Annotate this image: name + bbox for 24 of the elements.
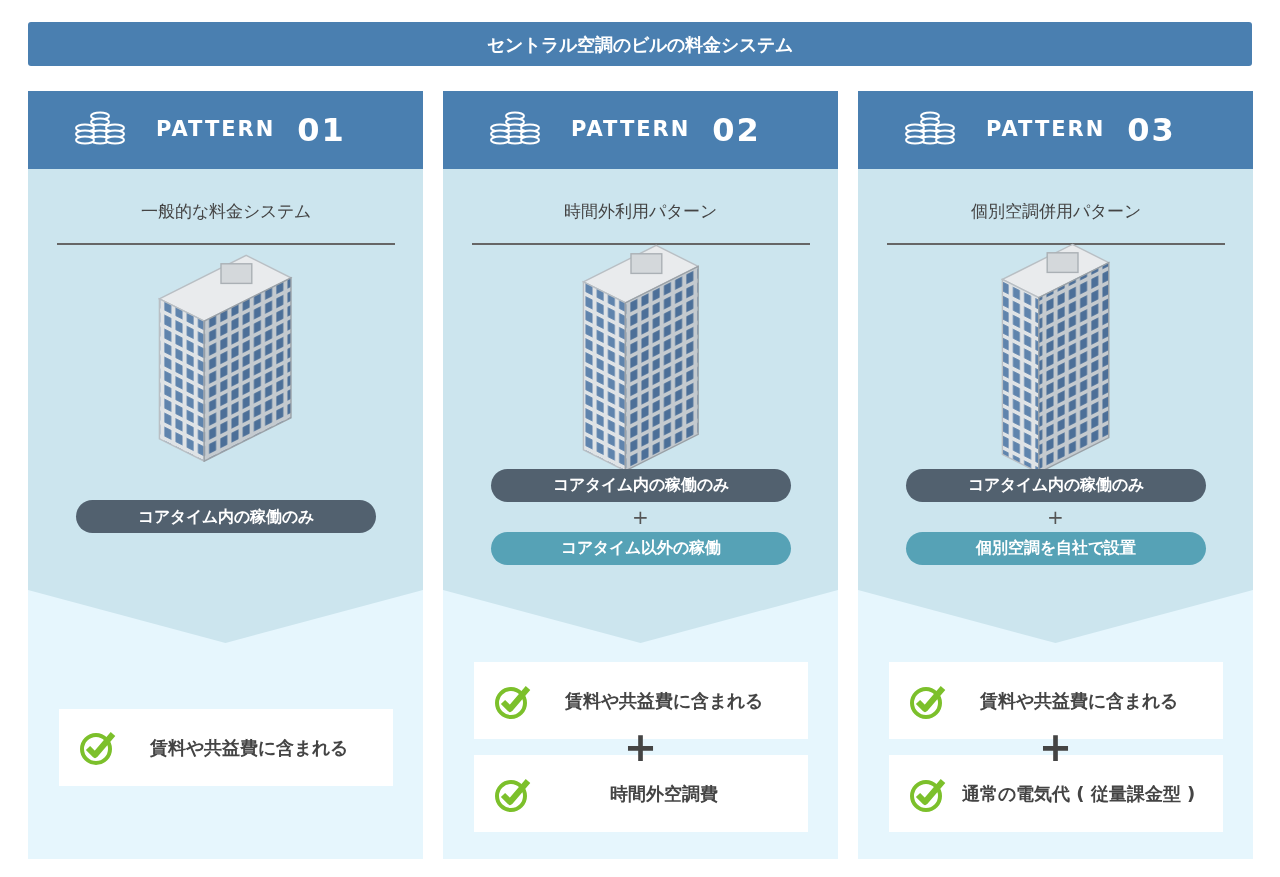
- charge-text: 賃料や共益費に含まれる: [563, 689, 764, 713]
- charge-text: 賃料や共益費に含まれる: [978, 689, 1179, 713]
- condition-pill: コアタイム内の稼働のみ: [75, 500, 376, 533]
- pattern-number: 01: [297, 110, 346, 151]
- condition-pill: 個別空調を自社で設置: [905, 531, 1206, 565]
- plus-sign: +: [1047, 503, 1064, 531]
- page-title: セントラル空調のビルの料金システム: [28, 22, 1252, 66]
- charge-text: 時間外空調費: [608, 782, 719, 806]
- pattern-label: PATTERN: [986, 116, 1106, 144]
- pattern-subtitle: 一般的な料金システム: [140, 200, 311, 223]
- plus-sign: +: [623, 729, 658, 765]
- pattern-number: 02: [712, 110, 761, 151]
- pattern-label: PATTERN: [156, 116, 276, 144]
- condition-pill: コアタイム内の稼働のみ: [905, 468, 1206, 502]
- pattern-subtitle: 個別空調併用パターン: [970, 200, 1141, 223]
- pattern-number: 03: [1127, 110, 1176, 151]
- charge-text: 通常の電気代 ( 従量課金型 ): [960, 782, 1197, 806]
- pattern-subtitle: 時間外利用パターン: [564, 200, 717, 223]
- plus-sign: +: [1038, 729, 1073, 765]
- charge-text: 賃料や共益費に含まれる: [148, 735, 349, 760]
- pattern-label: PATTERN: [571, 116, 691, 144]
- condition-pill: コアタイム以外の稼働: [490, 531, 791, 565]
- condition-pill: コアタイム内の稼働のみ: [490, 468, 791, 502]
- plus-sign: +: [632, 503, 649, 531]
